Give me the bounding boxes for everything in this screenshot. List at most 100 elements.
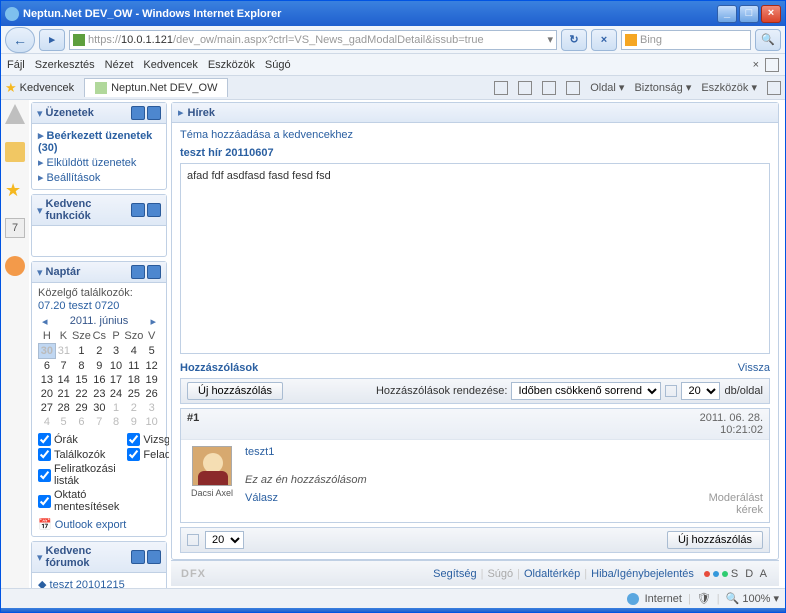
main-title: Hírek (188, 107, 216, 119)
page-first-icon[interactable] (665, 385, 677, 397)
fav-forums-header[interactable]: ▾Kedvenc fórumok (32, 542, 166, 573)
chk-oktato[interactable]: Oktató mentesítések (38, 488, 119, 514)
new-comment-button-bottom[interactable]: Új hozzászólás (667, 531, 763, 549)
comment-toolbar-top: Új hozzászólás Hozzászólások rendezése: … (180, 378, 770, 404)
footer-brand: DFX (181, 568, 221, 580)
menu-help[interactable]: Súgó (265, 59, 291, 71)
protected-mode-icon[interactable]: 🛡 (697, 592, 711, 605)
refresh-button[interactable]: ↻ (561, 29, 587, 51)
print-icon[interactable] (566, 81, 580, 95)
refresh-icon[interactable] (131, 265, 145, 279)
calendar-grid[interactable]: HKSzeCsPSzoV3031123456789101112131415161… (38, 329, 160, 429)
inbox-link[interactable]: ▸Beérkezett üzenetek (30) (38, 128, 160, 155)
address-bar: ← ▸ https://10.0.1.121/dev_ow/main.aspx?… (1, 26, 785, 54)
close-button[interactable]: × (761, 5, 781, 23)
calendar-header[interactable]: ▾Naptár (32, 262, 166, 283)
stop-button[interactable]: × (591, 29, 617, 51)
page-first-icon[interactable] (187, 534, 199, 546)
comment-item: #1 2011. 06. 28.10:21:02 Dacsi Axel tesz… (180, 408, 770, 523)
minimize-button[interactable]: _ (717, 5, 737, 23)
menu-edit[interactable]: Szerkesztés (35, 59, 95, 71)
tab-bar: ★Kedvencek Neptun.Net DEV_OW Oldal ▾ Biz… (1, 76, 785, 100)
menu-file[interactable]: Fájl (7, 59, 25, 71)
safety-dropdown[interactable]: Biztonság ▾ (634, 81, 691, 94)
comment-number: #1 (187, 412, 700, 436)
home-icon[interactable] (494, 81, 508, 95)
page-footer: DFX Segítség| Súgó| Oldaltérkép| Hiba/Ig… (171, 560, 779, 586)
chk-feladatok[interactable]: Feladatok (127, 447, 169, 462)
url-field[interactable]: https://10.0.1.121/dev_ow/main.aspx?ctrl… (69, 30, 557, 50)
tools-dropdown[interactable]: Eszközök ▾ (701, 81, 757, 94)
cal-prev-icon[interactable]: ◂ (42, 315, 48, 328)
rail-mail-icon[interactable] (5, 142, 25, 162)
chk-talalkozok[interactable]: Találkozók (38, 447, 119, 462)
avatar-image (192, 446, 232, 486)
rail-calendar-icon[interactable] (5, 218, 25, 238)
tab-favicon (95, 82, 107, 94)
page-dropdown[interactable]: Oldal ▾ (590, 81, 624, 94)
comment-date: 2011. 06. 28.10:21:02 (700, 412, 763, 436)
reply-link[interactable]: Válasz (245, 492, 278, 516)
favorites-button[interactable]: ★Kedvencek (5, 80, 74, 96)
chk-vizsgak[interactable]: Vizsgák (127, 432, 169, 447)
footer-sitemap-link[interactable]: Oldaltérkép (524, 568, 580, 580)
rail-a-icon[interactable] (5, 104, 25, 124)
menu-favorites[interactable]: Kedvencek (143, 59, 197, 71)
fav-functions-header[interactable]: ▾Kedvenc funkciók (32, 195, 166, 226)
footer-help-link[interactable]: Segítség (433, 568, 476, 580)
footer-bug-link[interactable]: Hiba/Igénybejelentés (591, 568, 694, 580)
menu-bar: Fájl Szerkesztés Nézet Kedvencek Eszközö… (1, 54, 785, 76)
sort-select[interactable]: Időben csökkenő sorrend (511, 382, 661, 400)
close-tab-icon[interactable]: × (753, 59, 759, 71)
url-dropdown-icon[interactable]: ▾ (547, 33, 553, 46)
perpage-select-bottom[interactable]: 20 (205, 531, 244, 549)
refresh-icon[interactable] (131, 106, 145, 120)
close-panel-icon[interactable] (147, 550, 161, 564)
maximize-button[interactable]: □ (739, 5, 759, 23)
help-icon[interactable] (767, 81, 781, 95)
zoom-control[interactable]: 🔍100%▾ (726, 592, 779, 605)
upcoming-event-link[interactable]: 07.20 teszt 0720 (38, 299, 160, 313)
perpage-label: db/oldal (724, 385, 763, 397)
moderate-link[interactable]: Moderálástkérek (709, 492, 763, 516)
menu-view[interactable]: Nézet (105, 59, 134, 71)
refresh-icon[interactable] (131, 203, 145, 217)
calendar-month: ◂2011. június▸ (38, 313, 160, 329)
url-protocol: https:// (88, 34, 121, 46)
perpage-select[interactable]: 20 (681, 382, 720, 400)
close-panel-icon[interactable] (147, 203, 161, 217)
search-field[interactable]: Bing (621, 30, 751, 50)
search-go-button[interactable]: 🔍 (755, 29, 781, 51)
feed-icon[interactable] (518, 81, 532, 95)
rail-chat-icon[interactable] (5, 256, 25, 276)
toolbar-icon[interactable] (765, 58, 779, 72)
close-panel-icon[interactable] (147, 106, 161, 120)
messages-header[interactable]: ▾Üzenetek (32, 103, 166, 124)
fav-forums-panel: ▾Kedvenc fórumok ◆ teszt 20101215 fóruma… (31, 541, 167, 588)
back-link[interactable]: Vissza (738, 362, 770, 374)
chk-feliratkozas[interactable]: Feliratkozási listák (38, 462, 119, 488)
footer-sugo: Súgó (487, 568, 513, 580)
zone-globe-icon (627, 593, 639, 605)
taskbar (1, 608, 785, 612)
rail-star-icon[interactable]: ★ (5, 180, 25, 200)
msg-settings-link[interactable]: ▸Beállítások (38, 170, 160, 185)
comment-username[interactable]: teszt1 (245, 446, 763, 458)
chk-orak[interactable]: Órák (38, 432, 119, 447)
nav-back-button[interactable]: ← (5, 27, 35, 53)
add-favorite-link[interactable]: Téma hozzáadása a kedvencekhez (180, 129, 770, 141)
sent-link[interactable]: ▸Elküldött üzenetek (38, 155, 160, 170)
refresh-icon[interactable] (131, 550, 145, 564)
close-panel-icon[interactable] (147, 265, 161, 279)
site-icon (73, 34, 85, 46)
nav-forward-button[interactable]: ▸ (39, 29, 65, 51)
browser-tab[interactable]: Neptun.Net DEV_OW (84, 78, 228, 97)
new-comment-button[interactable]: Új hozzászólás (187, 382, 283, 400)
menu-tools[interactable]: Eszközök (208, 59, 255, 71)
cal-next-icon[interactable]: ▸ (150, 315, 156, 328)
forum-item-link[interactable]: ◆ teszt 20101215 fóruma (3) (38, 577, 160, 588)
sidebar: ▾Üzenetek ▸Beérkezett üzenetek (30) ▸Elk… (29, 100, 169, 588)
mail-icon[interactable] (542, 81, 556, 95)
calendar-panel: ▾Naptár Közelgő találkozók: 07.20 teszt … (31, 261, 167, 537)
outlook-export-link[interactable]: 📅 Outlook export (38, 517, 160, 532)
